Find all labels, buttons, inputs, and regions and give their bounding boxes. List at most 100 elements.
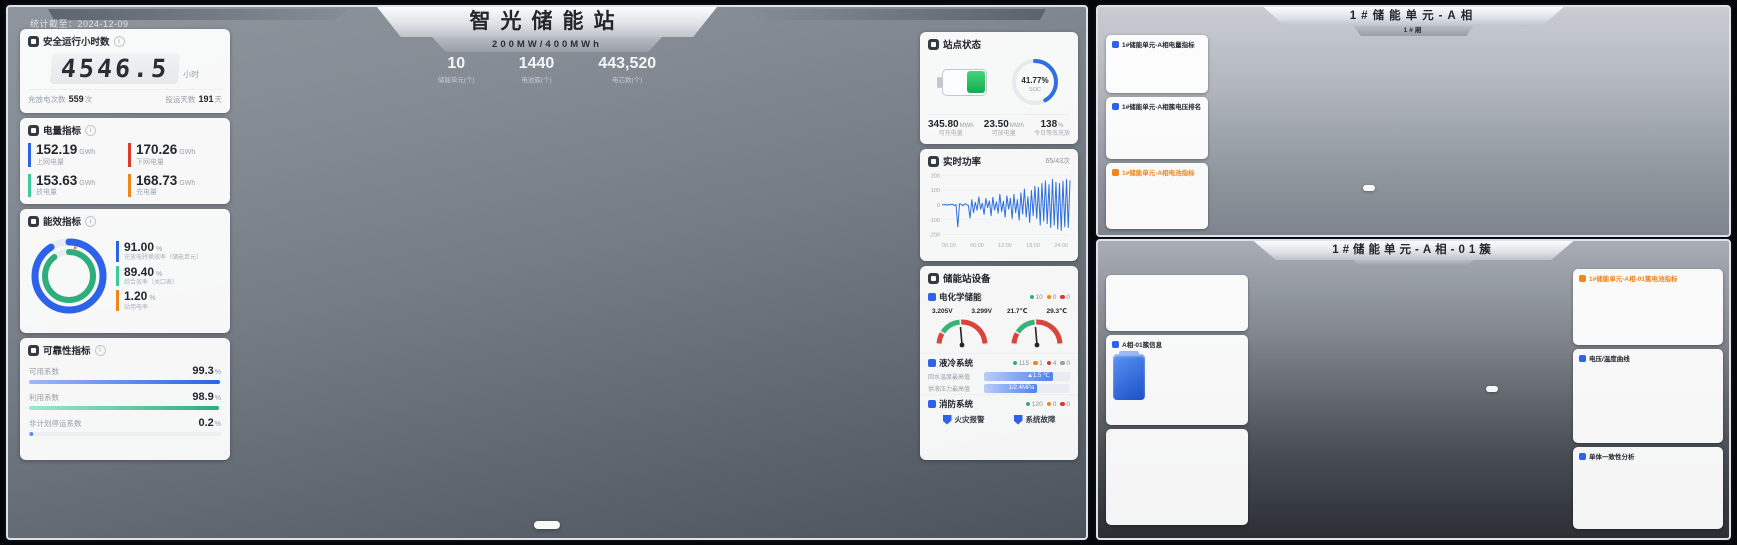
energy-stat: 153.63GWh放电量 (28, 174, 122, 198)
fire-row: 火灾报警系统故障 (920, 411, 1078, 427)
energy-unit: GWh (79, 149, 95, 156)
reliability-unit: % (215, 421, 221, 428)
unit-battery-stats (1106, 179, 1208, 185)
cycles-stat: 充放电次数 559次 (28, 94, 92, 105)
reliability-label: 非计划停运系数 (29, 418, 82, 429)
reliability-bar (29, 432, 221, 436)
cooling-bar: 1/2.4MPa (984, 384, 1070, 393)
svg-text:-200: -200 (929, 233, 940, 239)
unit-container-3d[interactable] (1203, 25, 1623, 230)
card-title: 可靠性指标 (43, 343, 91, 357)
cooling-fill: 1/2.4MPa (984, 384, 1037, 393)
energy-stat: 168.73GWh充电量 (128, 174, 222, 198)
overview-stat-label: 电芯数(个) (598, 74, 656, 84)
info-icon[interactable]: i (85, 125, 96, 136)
reliability-head: 非计划停运系数0.2% (29, 417, 221, 429)
site-stat-value: 345.80MWh (928, 119, 974, 131)
legend-item: 4 (1047, 360, 1057, 367)
overview-stats: 10储能单元(个)1440电池簇(个)443,520电芯数(个) (438, 56, 656, 84)
shield-icon (1014, 415, 1023, 425)
energy-label: 放电量 (36, 189, 122, 197)
power-line-chart[interactable]: 2001000-100-200 (924, 171, 1074, 243)
reliability-unit: % (215, 369, 221, 376)
cluster-title: 1#储能单元-A相-01簇 (1254, 241, 1574, 260)
unit-rank-bar-chart[interactable] (1110, 113, 1204, 153)
legend-count: 120 (1032, 401, 1043, 408)
wave-icon (928, 156, 939, 167)
legend-count: 115 (1019, 360, 1029, 367)
digital-display: 4546.5小时 (20, 53, 230, 84)
equipment-section-header: 液冷系统115140 (920, 353, 1078, 370)
efficiency-label: 综合效率（关口表） (124, 280, 224, 287)
cooling-row: 供液压力最高值1/2.4MPa (920, 382, 1078, 394)
legend-item: 10 (1030, 294, 1043, 301)
efficiency-value: 1.20% (124, 290, 224, 303)
cluster-banner-tail (1354, 260, 1474, 267)
shield-icon (943, 415, 952, 425)
energy-value: 153.63GWh (36, 174, 122, 189)
energy-metrics-card: 电量指标 i 152.19GWh上网电量170.26GWh下网电量153.63G… (20, 118, 230, 204)
unit-panel: 1#储能单元-A相 1#厢 1#储能单元-A相电量指标 1#储能单元-A相簇电压… (1096, 5, 1731, 237)
info-icon[interactable]: i (114, 36, 125, 47)
energy-label: 充电量 (136, 189, 222, 197)
reliability-row: 利用系数98.9% (29, 391, 221, 410)
legend-dot (1060, 402, 1065, 407)
site-status-body: 41.77%SOC (920, 54, 1078, 110)
overview-stat: 1440电池簇(个) (519, 56, 555, 84)
svg-text:29.3℃: 29.3℃ (1046, 307, 1067, 315)
section-icon (928, 293, 936, 301)
cluster-rack-3d[interactable] (1293, 269, 1523, 529)
efficiency-unit: % (149, 295, 155, 302)
site-stat-value: 23.50MWh (984, 119, 1024, 131)
fire-item-label: 系统故障 (1026, 414, 1056, 425)
efficiency-label: 站用电率 (124, 305, 224, 312)
reliability-row: 非计划停运系数0.2% (29, 417, 221, 436)
unit-subtitle: 1#厢 (1354, 26, 1474, 36)
cluster-pack-card: A相-01簇信息 (1106, 335, 1248, 425)
main-title-banner: 智光储能站 200MW/400MWh (377, 7, 717, 52)
bolt-icon (28, 125, 39, 136)
info-icon[interactable]: i (85, 216, 96, 227)
reliability-rows: 可用系数99.3%利用系数98.9%非计划停运系数0.2% (20, 365, 230, 436)
legend-count: 1 (1039, 360, 1043, 367)
station-title: 智光储能站 (377, 7, 717, 37)
station-icon (928, 39, 939, 50)
reliability-bar (29, 380, 221, 384)
energy-value: 168.73GWh (136, 174, 222, 189)
efficiency-value: 91.00% (124, 241, 224, 254)
reliability-label: 可用系数 (29, 366, 59, 377)
energy-grid: 152.19GWh上网电量170.26GWh下网电量153.63GWh放电量16… (20, 140, 230, 203)
power-x-label: 00:00 (942, 243, 956, 249)
energy-label: 下网电量 (136, 159, 222, 167)
svg-text:0: 0 (937, 203, 940, 209)
safety-footer: 充放电次数 559次 投运天数 191天 (28, 89, 222, 105)
legend-dot (1060, 361, 1065, 366)
card-title: 单体一致性分析 (1589, 451, 1635, 461)
cluster-counts (1106, 275, 1248, 283)
battery-icon (937, 69, 987, 96)
overview-stat: 443,520电芯数(个) (598, 56, 656, 84)
equipment-section-header: 消防系统12000 (920, 394, 1078, 411)
site-stat: 23.50MWh可放电量 (984, 119, 1024, 137)
info-icon[interactable]: i (95, 345, 106, 356)
meter-gauge: 3.205V3.299V (929, 305, 995, 351)
cluster-mv-stats (1106, 429, 1248, 441)
main-station-panel: 统计截至：2024-12-09 智光储能站 200MW/400MWh 10储能单… (6, 5, 1088, 540)
power-x-label: 12:00 (998, 243, 1012, 249)
card-icon (1112, 103, 1119, 110)
section-legend: 12000 (1026, 401, 1070, 408)
clock-icon (28, 36, 39, 47)
cooling-fill: ▲1.5 ℃ (984, 372, 1053, 381)
svg-text:200: 200 (931, 173, 940, 179)
svg-text:41.77%: 41.77% (1021, 76, 1048, 85)
energy-unit: GWh (179, 180, 195, 187)
gauge-row: 3.205V3.299V21.7℃29.3℃ (920, 304, 1078, 353)
site-stat-unit: MWh (1010, 123, 1024, 129)
pack-rows (1151, 354, 1241, 400)
card-title: 实时功率 (943, 154, 981, 168)
power-badge: 65/43次 (1045, 156, 1070, 166)
section-title: 液冷系统 (939, 357, 973, 369)
header-right-wing (746, 9, 1046, 20)
efficiency-unit: % (156, 271, 162, 278)
legend-item: 120 (1026, 401, 1043, 408)
